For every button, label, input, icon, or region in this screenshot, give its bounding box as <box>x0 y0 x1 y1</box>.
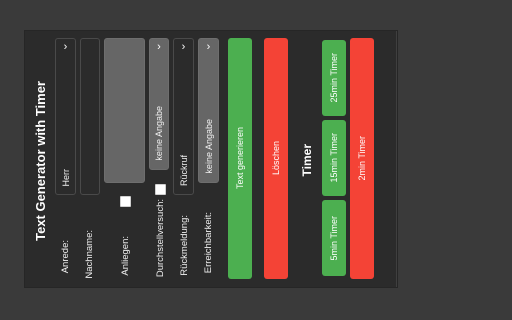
app-title: Text Generator with Timer <box>33 81 48 241</box>
timer-25min-label: 25min Timer <box>329 53 339 103</box>
chevron-down-icon: › <box>181 41 186 53</box>
delete-button[interactable]: Löschen <box>264 38 288 279</box>
durchstellversuch-checkbox[interactable] <box>155 184 166 195</box>
durchstellversuch-label: Durchstellversuch: <box>155 199 166 278</box>
delete-label: Löschen <box>271 141 281 176</box>
chevron-down-icon: › <box>63 41 68 53</box>
timer-2min-button[interactable]: 2min Timer <box>350 38 374 279</box>
chevron-down-icon: › <box>206 41 211 53</box>
generate-text-label: Text generieren <box>235 127 245 190</box>
rueckmeldung-select[interactable]: › Rückruf <box>173 38 194 195</box>
anrede-select[interactable]: › Herr <box>55 38 76 195</box>
erreichbarkeit-value: keine Angabe <box>203 119 214 174</box>
app-panel: Text Generator with Timer Anrede: Nachna… <box>25 31 397 287</box>
timer-15min-button[interactable]: 15min Timer <box>322 120 346 196</box>
chevron-down-icon: › <box>157 41 161 53</box>
timer-25min-button[interactable]: 25min Timer <box>322 40 346 116</box>
durchstellversuch-select[interactable]: › keine Angabe <box>149 38 169 170</box>
timer-15min-label: 15min Timer <box>329 133 339 183</box>
timer-title: Timer <box>300 144 314 177</box>
nachname-label: Nachname: <box>84 230 95 279</box>
anrede-label: Anrede: <box>60 240 71 274</box>
rueckmeldung-label: Rückmeldung: <box>179 215 190 276</box>
nachname-input[interactable] <box>80 38 100 195</box>
timer-5min-button[interactable]: 5min Timer <box>322 200 346 276</box>
erreichbarkeit-select[interactable]: › keine Angabe <box>198 38 219 183</box>
generate-text-button[interactable]: Text generieren <box>228 38 252 279</box>
anliegen-textarea[interactable] <box>104 38 145 183</box>
durchstellversuch-value: keine Angabe <box>154 106 164 161</box>
anliegen-checkbox[interactable] <box>120 196 131 207</box>
timer-5min-label: 5min Timer <box>329 215 339 261</box>
timer-2min-label: 2min Timer <box>357 136 367 181</box>
anliegen-label: Anliegen: <box>120 236 131 276</box>
anrede-value: Herr <box>60 168 71 187</box>
rueckmeldung-value: Rückruf <box>178 154 189 186</box>
erreichbarkeit-label: Erreichbarkeit: <box>203 212 214 274</box>
